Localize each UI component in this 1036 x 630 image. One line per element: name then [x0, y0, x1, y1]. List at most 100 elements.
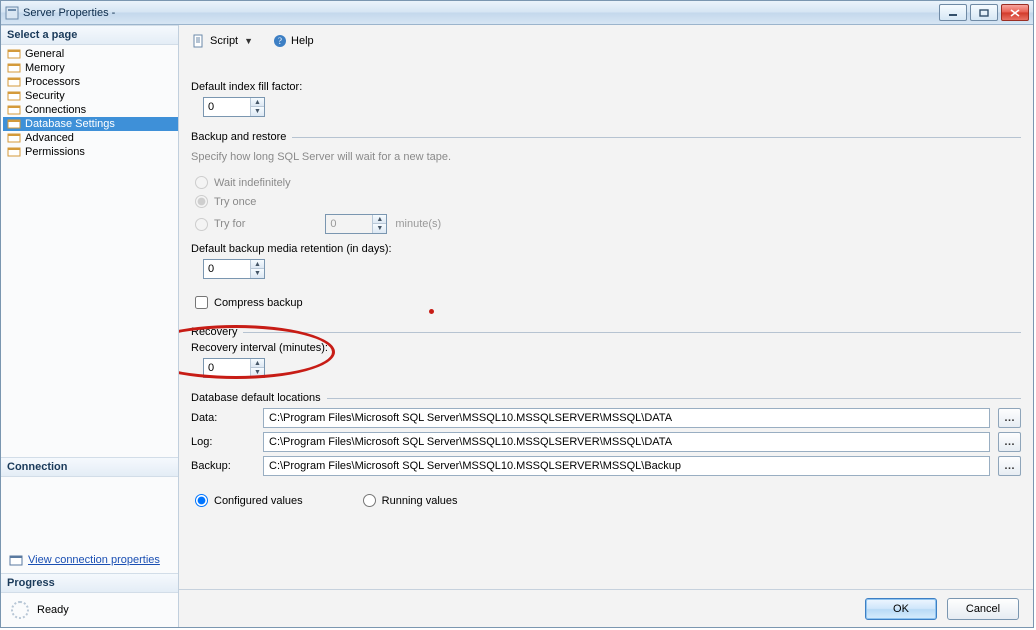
page-icon: [7, 132, 21, 144]
server-properties-window: Server Properties - Select a page Genera…: [0, 0, 1034, 628]
configured-values-row[interactable]: Configured values: [195, 494, 303, 507]
page-item-security[interactable]: Security: [3, 89, 178, 103]
retention-spinner[interactable]: ▲▼: [203, 259, 265, 279]
log-browse-button[interactable]: …: [998, 432, 1021, 452]
recovery-interval-spinner[interactable]: ▲▼: [203, 358, 265, 378]
try-for-row: Try for ▲▼ minute(s): [191, 211, 1021, 237]
spinner-down-icon[interactable]: ▼: [251, 269, 264, 278]
db-locations-head: Database default locations: [191, 392, 1021, 404]
spinner-down-icon: ▼: [373, 224, 386, 233]
spinner-up-icon: ▲: [373, 215, 386, 224]
try-once-label: Try once: [214, 196, 256, 208]
backup-path-input[interactable]: [263, 456, 990, 476]
right-panel: Script ▼ ? Help Default index fill facto…: [179, 25, 1033, 627]
help-label: Help: [291, 35, 314, 47]
view-connection-properties-row: View connection properties: [1, 547, 178, 573]
page-item-advanced[interactable]: Advanced: [3, 131, 178, 145]
spinner-up-icon[interactable]: ▲: [251, 260, 264, 269]
script-button[interactable]: Script ▼: [185, 31, 262, 51]
progress-head: Progress: [1, 573, 178, 593]
help-icon: ?: [273, 34, 287, 48]
page-icon: [7, 48, 21, 60]
log-path-input[interactable]: [263, 432, 990, 452]
progress-spinner-icon: [11, 601, 29, 619]
close-button[interactable]: [1001, 4, 1029, 21]
fill-factor-spinner[interactable]: ▲▼: [203, 97, 265, 117]
script-label: Script: [210, 35, 238, 47]
fill-factor-input[interactable]: [204, 98, 250, 116]
values-mode-row: Configured values Running values: [191, 494, 1021, 507]
page-item-processors[interactable]: Processors: [3, 75, 178, 89]
page-icon: [7, 146, 21, 158]
svg-text:?: ?: [278, 36, 282, 46]
window-controls: [939, 4, 1029, 21]
try-once-row: Try once: [191, 192, 1021, 211]
spinner-up-icon[interactable]: ▲: [251, 98, 264, 107]
compress-backup-checkbox[interactable]: [195, 296, 208, 309]
page-item-connections[interactable]: Connections: [3, 103, 178, 117]
page-item-permissions[interactable]: Permissions: [3, 145, 178, 159]
spinner-down-icon[interactable]: ▼: [251, 107, 264, 116]
page-item-general[interactable]: General: [3, 47, 178, 61]
backup-label: Backup:: [191, 460, 255, 472]
retention-input[interactable]: [204, 260, 250, 278]
page-icon: [7, 76, 21, 88]
backup-path-row: Backup: …: [191, 456, 1021, 476]
minutes-unit: minute(s): [395, 218, 441, 230]
spinner-up-icon[interactable]: ▲: [251, 359, 264, 368]
compress-backup-label: Compress backup: [214, 297, 303, 309]
running-values-radio[interactable]: [363, 494, 376, 507]
select-a-page-head: Select a page: [1, 25, 178, 45]
help-button[interactable]: ? Help: [266, 31, 321, 51]
try-for-radio: [195, 218, 208, 231]
try-once-radio: [195, 195, 208, 208]
data-path-row: Data: …: [191, 408, 1021, 428]
configured-values-radio[interactable]: [195, 494, 208, 507]
running-values-row[interactable]: Running values: [363, 494, 458, 507]
retention-label: Default backup media retention (in days)…: [191, 243, 1021, 255]
left-panel: Select a page General Memory Processors …: [1, 25, 179, 627]
content-area: Default index fill factor: ▲▼ Backup and…: [179, 57, 1033, 589]
page-label: Connections: [25, 104, 86, 116]
spinner-down-icon[interactable]: ▼: [251, 368, 264, 377]
running-values-label: Running values: [382, 495, 458, 507]
log-label: Log:: [191, 436, 255, 448]
fill-factor-label: Default index fill factor:: [191, 81, 1021, 93]
page-label: Security: [25, 90, 65, 102]
button-bar: OK Cancel: [179, 589, 1033, 627]
page-item-database-settings[interactable]: Database Settings: [3, 117, 178, 131]
wait-indefinitely-row: Wait indefinitely: [191, 173, 1021, 192]
ok-button[interactable]: OK: [865, 598, 937, 620]
page-item-memory[interactable]: Memory: [3, 61, 178, 75]
page-label: Database Settings: [25, 118, 115, 130]
page-label: Advanced: [25, 132, 74, 144]
tape-hint: Specify how long SQL Server will wait fo…: [191, 147, 1021, 173]
connection-head: Connection: [1, 457, 178, 477]
chevron-down-icon: ▼: [242, 36, 255, 46]
log-path-row: Log: …: [191, 432, 1021, 452]
page-icon: [7, 104, 21, 116]
compress-backup-row[interactable]: Compress backup: [191, 293, 1021, 312]
page-label: Permissions: [25, 146, 85, 158]
view-connection-properties-link[interactable]: View connection properties: [28, 554, 160, 566]
data-path-input[interactable]: [263, 408, 990, 428]
app-icon: [5, 6, 19, 20]
page-icon: [7, 118, 21, 130]
window-title: Server Properties -: [23, 7, 939, 19]
backup-browse-button[interactable]: …: [998, 456, 1021, 476]
wait-indefinitely-label: Wait indefinitely: [214, 177, 291, 189]
recovery-interval-input[interactable]: [204, 359, 250, 377]
data-browse-button[interactable]: …: [998, 408, 1021, 428]
wait-indefinitely-radio: [195, 176, 208, 189]
recovery-head: Recovery: [191, 326, 1021, 338]
maximize-button[interactable]: [970, 4, 998, 21]
minimize-button[interactable]: [939, 4, 967, 21]
properties-icon: [9, 553, 23, 567]
cancel-button[interactable]: Cancel: [947, 598, 1019, 620]
page-list: General Memory Processors Security Conne…: [1, 45, 178, 161]
backup-restore-head: Backup and restore: [191, 131, 1021, 143]
page-icon: [7, 62, 21, 74]
dialog-body: Select a page General Memory Processors …: [1, 25, 1033, 627]
title-bar: Server Properties -: [1, 1, 1033, 25]
try-for-label: Try for: [214, 218, 245, 230]
